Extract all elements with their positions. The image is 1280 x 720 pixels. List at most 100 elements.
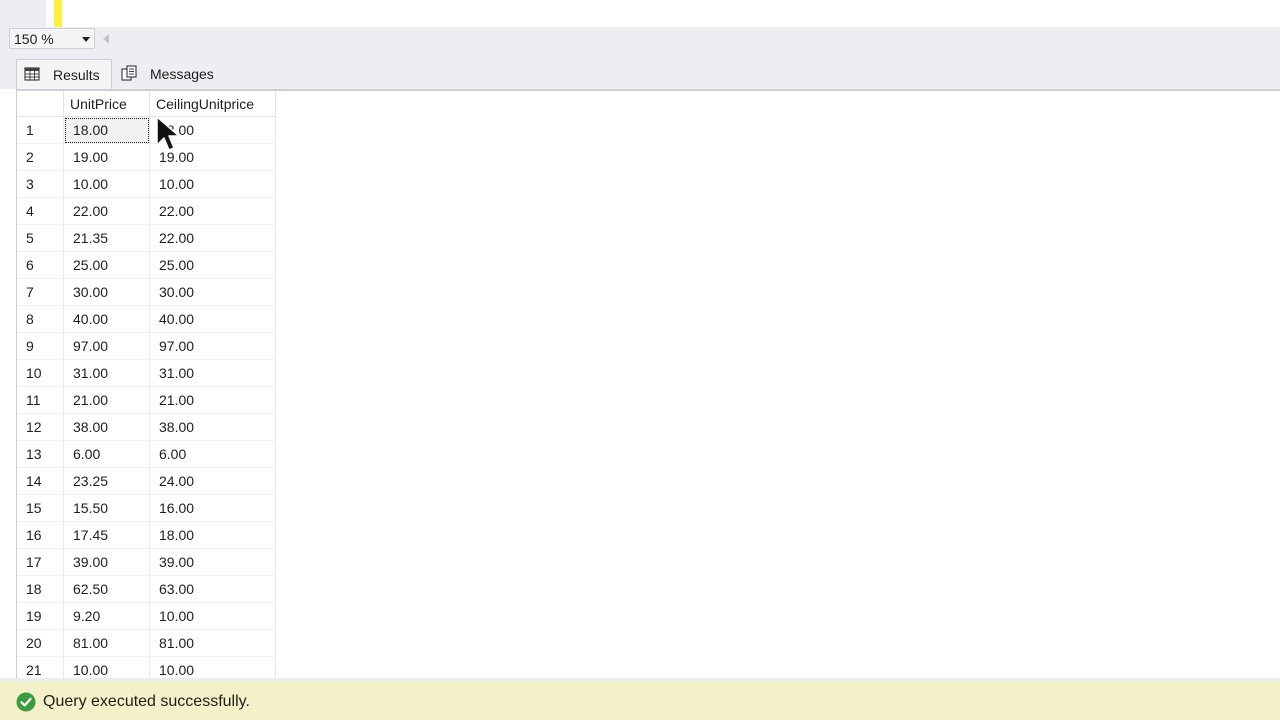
results-tabs: Results Messages bbox=[0, 51, 1280, 89]
table-row[interactable]: 4 22.00 22.00 bbox=[17, 197, 276, 225]
grid-icon bbox=[24, 67, 40, 81]
row-number-cell[interactable]: 4 bbox=[17, 197, 64, 225]
row-number-cell[interactable]: 8 bbox=[17, 305, 64, 333]
table-row[interactable]: 5 21.35 22.00 bbox=[17, 224, 276, 252]
cell-unitprice[interactable]: 22.00 bbox=[63, 197, 150, 225]
check-circle-icon bbox=[16, 692, 36, 712]
cell-ceilingunitprice[interactable]: 21.00 bbox=[149, 386, 276, 414]
cell-ceilingunitprice[interactable]: 10.00 bbox=[149, 602, 276, 630]
cell-unitprice[interactable]: 31.00 bbox=[63, 359, 150, 387]
cell-ceilingunitprice[interactable]: 22.00 bbox=[149, 224, 276, 252]
cell-unitprice[interactable]: 21.35 bbox=[63, 224, 150, 252]
cell-unitprice[interactable]: 25.00 bbox=[63, 251, 150, 279]
row-number-cell[interactable]: 21 bbox=[17, 656, 64, 678]
row-number-cell[interactable]: 18 bbox=[17, 575, 64, 603]
results-table: UnitPrice CeilingUnitprice 1 18.00 18.00 2 1… bbox=[17, 91, 276, 678]
table-row[interactable]: 1 18.00 18.00 bbox=[17, 116, 276, 144]
cell-ceilingunitprice[interactable]: 22.00 bbox=[149, 197, 276, 225]
cell-unitprice[interactable]: 9.20 bbox=[63, 602, 150, 630]
tab-messages[interactable]: Messages bbox=[114, 59, 224, 89]
table-row[interactable]: 9 97.00 97.00 bbox=[17, 332, 276, 360]
cell-unitprice[interactable]: 97.00 bbox=[63, 332, 150, 360]
cell-ceilingunitprice[interactable]: 18.00 bbox=[149, 521, 276, 549]
cell-ceilingunitprice[interactable]: 6.00 bbox=[149, 440, 276, 468]
row-number-cell[interactable]: 12 bbox=[17, 413, 64, 441]
table-row[interactable]: 6 25.00 25.00 bbox=[17, 251, 276, 279]
table-row[interactable]: 12 38.00 38.00 bbox=[17, 413, 276, 441]
cell-ceilingunitprice[interactable]: 30.00 bbox=[149, 278, 276, 306]
query-editor-strip[interactable] bbox=[0, 0, 1280, 27]
cell-ceilingunitprice[interactable]: 19.00 bbox=[149, 143, 276, 171]
cell-ceilingunitprice[interactable]: 24.00 bbox=[149, 467, 276, 495]
cell-unitprice[interactable]: 39.00 bbox=[63, 548, 150, 576]
table-row[interactable]: 11 21.00 21.00 bbox=[17, 386, 276, 414]
scroll-left-icon[interactable] bbox=[103, 34, 109, 44]
cell-unitprice[interactable]: 15.50 bbox=[63, 494, 150, 522]
cell-ceilingunitprice[interactable]: 39.00 bbox=[149, 548, 276, 576]
cell-unitprice[interactable]: 23.25 bbox=[63, 467, 150, 495]
row-number-cell[interactable]: 11 bbox=[17, 386, 64, 414]
table-row[interactable]: 7 30.00 30.00 bbox=[17, 278, 276, 306]
row-number-cell[interactable]: 5 bbox=[17, 224, 64, 252]
cell-ceilingunitprice[interactable]: 81.00 bbox=[149, 629, 276, 657]
row-number-cell[interactable]: 9 bbox=[17, 332, 64, 360]
column-header-unitprice[interactable]: UnitPrice bbox=[63, 91, 150, 117]
cell-unitprice[interactable]: 19.00 bbox=[63, 143, 150, 171]
cell-ceilingunitprice[interactable]: 63.00 bbox=[149, 575, 276, 603]
zoom-bar: 150 % bbox=[0, 27, 1280, 52]
table-row[interactable]: 18 62.50 63.00 bbox=[17, 575, 276, 603]
cell-unitprice[interactable]: 81.00 bbox=[63, 629, 150, 657]
cell-ceilingunitprice[interactable]: 31.00 bbox=[149, 359, 276, 387]
row-number-cell[interactable]: 13 bbox=[17, 440, 64, 468]
cell-ceilingunitprice[interactable]: 10.00 bbox=[149, 656, 276, 678]
table-row[interactable]: 8 40.00 40.00 bbox=[17, 305, 276, 333]
row-number-cell[interactable]: 20 bbox=[17, 629, 64, 657]
cell-ceilingunitprice[interactable]: 18.00 bbox=[149, 116, 276, 144]
table-row[interactable]: 19 9.20 10.00 bbox=[17, 602, 276, 630]
table-row[interactable]: 3 10.00 10.00 bbox=[17, 170, 276, 198]
cell-unitprice[interactable]: 40.00 bbox=[63, 305, 150, 333]
cell-ceilingunitprice[interactable]: 10.00 bbox=[149, 170, 276, 198]
cell-ceilingunitprice[interactable]: 25.00 bbox=[149, 251, 276, 279]
messages-icon bbox=[121, 65, 137, 81]
table-row[interactable]: 20 81.00 81.00 bbox=[17, 629, 276, 657]
cell-unitprice[interactable]: 21.00 bbox=[63, 386, 150, 414]
row-number-cell[interactable]: 1 bbox=[17, 116, 64, 144]
cell-ceilingunitprice[interactable]: 40.00 bbox=[149, 305, 276, 333]
table-row[interactable]: 13 6.00 6.00 bbox=[17, 440, 276, 468]
cell-unitprice[interactable]: 38.00 bbox=[63, 413, 150, 441]
cell-unitprice[interactable]: 17.45 bbox=[63, 521, 150, 549]
results-grid[interactable]: UnitPrice CeilingUnitprice 1 18.00 18.00 2 1… bbox=[16, 89, 1280, 678]
cell-ceilingunitprice[interactable]: 97.00 bbox=[149, 332, 276, 360]
cell-unitprice[interactable]: 30.00 bbox=[63, 278, 150, 306]
row-number-cell[interactable]: 14 bbox=[17, 467, 64, 495]
tab-results[interactable]: Results bbox=[16, 59, 112, 89]
row-number-cell[interactable]: 6 bbox=[17, 251, 64, 279]
row-number-cell[interactable]: 19 bbox=[17, 602, 64, 630]
table-row[interactable]: 16 17.45 18.00 bbox=[17, 521, 276, 549]
row-number-cell[interactable]: 16 bbox=[17, 521, 64, 549]
table-row[interactable]: 21 10.00 10.00 bbox=[17, 656, 276, 678]
row-number-cell[interactable]: 3 bbox=[17, 170, 64, 198]
row-number-cell[interactable]: 15 bbox=[17, 494, 64, 522]
cell-unitprice[interactable]: 10.00 bbox=[63, 170, 150, 198]
column-header-ceilingunitprice[interactable]: CeilingUnitprice bbox=[149, 91, 276, 117]
table-row[interactable]: 17 39.00 39.00 bbox=[17, 548, 276, 576]
cell-unitprice[interactable]: 10.00 bbox=[63, 656, 150, 678]
row-number-cell[interactable]: 10 bbox=[17, 359, 64, 387]
header-row: UnitPrice CeilingUnitprice bbox=[17, 91, 276, 117]
row-number-header[interactable] bbox=[17, 91, 64, 117]
table-row[interactable]: 15 15.50 16.00 bbox=[17, 494, 276, 522]
cell-unitprice[interactable]: 62.50 bbox=[63, 575, 150, 603]
cell-ceilingunitprice[interactable]: 38.00 bbox=[149, 413, 276, 441]
table-row[interactable]: 10 31.00 31.00 bbox=[17, 359, 276, 387]
table-row[interactable]: 2 19.00 19.00 bbox=[17, 143, 276, 171]
row-number-cell[interactable]: 2 bbox=[17, 143, 64, 171]
table-row[interactable]: 14 23.25 24.00 bbox=[17, 467, 276, 495]
row-number-cell[interactable]: 17 bbox=[17, 548, 64, 576]
row-number-cell[interactable]: 7 bbox=[17, 278, 64, 306]
zoom-dropdown[interactable]: 150 % bbox=[9, 28, 95, 49]
cell-ceilingunitprice[interactable]: 16.00 bbox=[149, 494, 276, 522]
cell-unitprice[interactable]: 18.00 bbox=[63, 116, 150, 144]
cell-unitprice[interactable]: 6.00 bbox=[63, 440, 150, 468]
